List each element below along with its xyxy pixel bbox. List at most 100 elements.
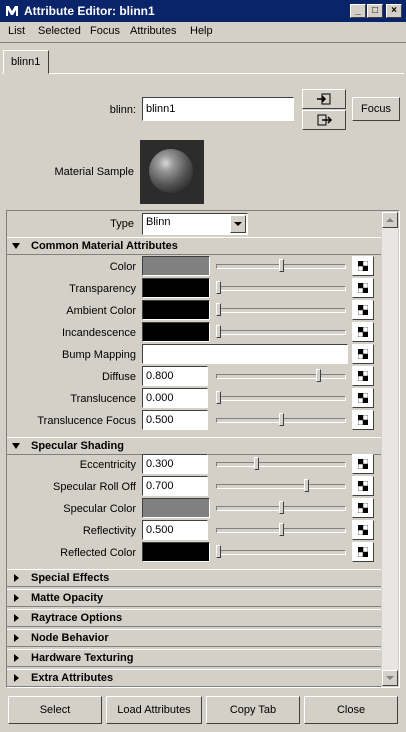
translucence-map-button[interactable]: [352, 388, 374, 408]
translucence-focus-input[interactable]: [142, 410, 208, 430]
transparency-swatch[interactable]: [142, 278, 210, 298]
translucence-focus-map-button[interactable]: [352, 410, 374, 430]
incandescence-map-button[interactable]: [352, 322, 374, 342]
slider-thumb[interactable]: [304, 479, 309, 492]
vertical-scrollbar[interactable]: [382, 212, 398, 686]
translucence-input[interactable]: [142, 388, 208, 408]
section-special-effects[interactable]: Special Effects: [7, 569, 381, 587]
checker-map-icon: [358, 503, 368, 513]
arrow-up-icon: [386, 218, 394, 222]
reflectivity-map-button[interactable]: [352, 520, 374, 540]
tab-blinn1[interactable]: blinn1: [3, 50, 49, 74]
slider-thumb[interactable]: [216, 545, 221, 558]
section-common-material-attributes[interactable]: Common Material Attributes: [7, 237, 381, 255]
minimize-button[interactable]: _: [350, 4, 366, 18]
specular-color-swatch[interactable]: [142, 498, 210, 518]
type-dropdown[interactable]: Blinn: [142, 213, 248, 235]
reflected-color-swatch[interactable]: [142, 542, 210, 562]
slider-track: [216, 286, 346, 291]
slider-thumb[interactable]: [216, 325, 221, 338]
color-swatch[interactable]: [142, 256, 210, 276]
eccentricity-slider[interactable]: [216, 454, 346, 474]
section-node-behavior[interactable]: Node Behavior: [7, 629, 381, 647]
diffuse-map-button[interactable]: [352, 366, 374, 386]
node-name-input[interactable]: [142, 97, 294, 121]
menu-help[interactable]: Help: [190, 25, 213, 37]
title-bar: Attribute Editor: blinn1 _ □ ×: [0, 0, 406, 22]
slider-thumb[interactable]: [216, 281, 221, 294]
section-title: Special Effects: [31, 572, 110, 584]
select-button[interactable]: Select: [8, 696, 102, 724]
ambient-color-map-button[interactable]: [352, 300, 374, 320]
maximize-button[interactable]: □: [367, 4, 383, 18]
section-title: Raytrace Options: [31, 612, 123, 624]
section-extra-attributes[interactable]: Extra Attributes: [7, 669, 381, 687]
color-map-button[interactable]: [352, 256, 374, 276]
scroll-down-button[interactable]: [382, 670, 398, 686]
specular-roll-off-slider[interactable]: [216, 476, 346, 496]
focus-button[interactable]: Focus: [352, 97, 400, 121]
attr-label: Reflected Color: [60, 547, 136, 559]
checker-map-icon: [358, 349, 368, 359]
slider-thumb[interactable]: [216, 303, 221, 316]
specular-roll-off-input[interactable]: [142, 476, 208, 496]
slider-track: [216, 330, 346, 335]
section-title: Extra Attributes: [31, 672, 114, 684]
type-label: Type: [110, 218, 134, 230]
specular-roll-off-map-button[interactable]: [352, 476, 374, 496]
translucence-focus-slider[interactable]: [216, 410, 346, 430]
section-raytrace-options[interactable]: Raytrace Options: [7, 609, 381, 627]
slider-thumb[interactable]: [279, 501, 284, 514]
reflected-color-slider[interactable]: [216, 542, 346, 562]
tab-label: blinn1: [11, 56, 41, 68]
slider-thumb[interactable]: [216, 391, 221, 404]
bump-mapping-map-button[interactable]: [352, 344, 374, 364]
eccentricity-map-button[interactable]: [352, 454, 374, 474]
collapsed-triangle-icon: [14, 614, 19, 622]
attr-label: Ambient Color: [66, 305, 136, 317]
section-matte-opacity[interactable]: Matte Opacity: [7, 589, 381, 607]
tab-baseline: [2, 73, 404, 74]
checker-map-icon: [358, 393, 368, 403]
ambient-color-swatch[interactable]: [142, 300, 210, 320]
slider-thumb[interactable]: [279, 523, 284, 536]
output-connection-button[interactable]: [302, 110, 346, 130]
menu-focus[interactable]: Focus: [90, 25, 120, 37]
slider-track: [216, 374, 346, 379]
ambient-color-slider[interactable]: [216, 300, 346, 320]
menu-attributes[interactable]: Attributes: [130, 25, 176, 37]
bump-mapping-input[interactable]: [142, 344, 348, 364]
slider-thumb[interactable]: [316, 369, 321, 382]
incandescence-swatch[interactable]: [142, 322, 210, 342]
diffuse-input[interactable]: [142, 366, 208, 386]
translucence-slider[interactable]: [216, 388, 346, 408]
slider-thumb[interactable]: [279, 259, 284, 272]
specular-color-map-button[interactable]: [352, 498, 374, 518]
attr-label: Eccentricity: [79, 459, 136, 471]
section-title: Common Material Attributes: [31, 240, 178, 252]
close-window-button[interactable]: ×: [386, 4, 402, 18]
slider-thumb[interactable]: [254, 457, 259, 470]
slider-track: [216, 484, 346, 489]
scroll-up-button[interactable]: [382, 212, 398, 228]
eccentricity-input[interactable]: [142, 454, 208, 474]
menu-selected[interactable]: Selected: [38, 25, 81, 37]
slider-thumb[interactable]: [279, 413, 284, 426]
close-button[interactable]: Close: [304, 696, 398, 724]
load-attributes-button[interactable]: Load Attributes: [106, 696, 202, 724]
section-specular-shading[interactable]: Specular Shading: [7, 437, 381, 455]
reflectivity-input[interactable]: [142, 520, 208, 540]
menu-list[interactable]: List: [8, 25, 25, 37]
diffuse-slider[interactable]: [216, 366, 346, 386]
transparency-map-button[interactable]: [352, 278, 374, 298]
transparency-slider[interactable]: [216, 278, 346, 298]
specular-color-slider[interactable]: [216, 498, 346, 518]
material-sample-swatch[interactable]: [140, 140, 204, 204]
section-hardware-texturing[interactable]: Hardware Texturing: [7, 649, 381, 667]
input-connection-button[interactable]: [302, 89, 346, 109]
incandescence-slider[interactable]: [216, 322, 346, 342]
color-slider[interactable]: [216, 256, 346, 276]
reflectivity-slider[interactable]: [216, 520, 346, 540]
reflected-color-map-button[interactable]: [352, 542, 374, 562]
copy-tab-button[interactable]: Copy Tab: [206, 696, 300, 724]
